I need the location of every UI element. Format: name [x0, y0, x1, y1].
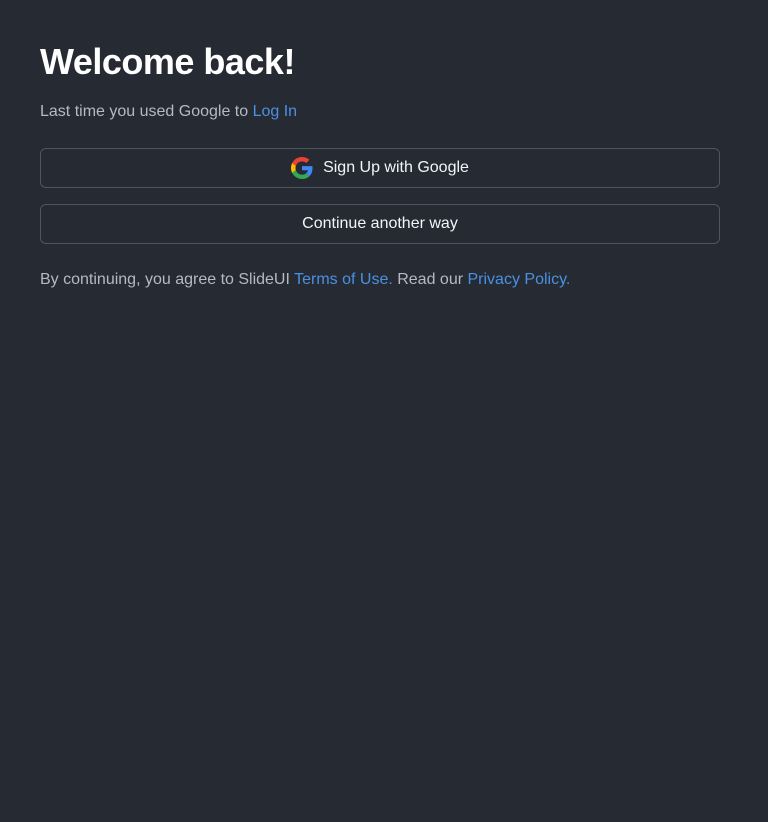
google-sign-up-button[interactable]: Sign Up with Google — [40, 148, 720, 188]
login-page: Welcome back! Last time you used Google … — [0, 0, 768, 822]
continue-another-way-label: Continue another way — [302, 215, 458, 232]
last-login-text: Last time you used Google to — [40, 103, 253, 120]
log-in-link[interactable]: Log In — [253, 103, 297, 120]
page-title: Welcome back! — [40, 41, 295, 82]
google-sign-up-label: Sign Up with Google — [323, 159, 469, 176]
legal-prefix: By continuing, you agree to SlideUI — [40, 271, 295, 288]
privacy-policy-link[interactable]: Privacy Policy. — [468, 271, 571, 288]
last-login-hint: Last time you used Google to Log In — [40, 100, 720, 124]
legal-notice: By continuing, you agree to SlideUI Term… — [40, 268, 720, 292]
continue-another-way-button[interactable]: Continue another way — [40, 204, 720, 244]
google-g-icon — [291, 157, 313, 179]
legal-middle: Read our — [392, 271, 468, 288]
terms-of-use-link[interactable]: Terms of Use. — [294, 271, 393, 288]
